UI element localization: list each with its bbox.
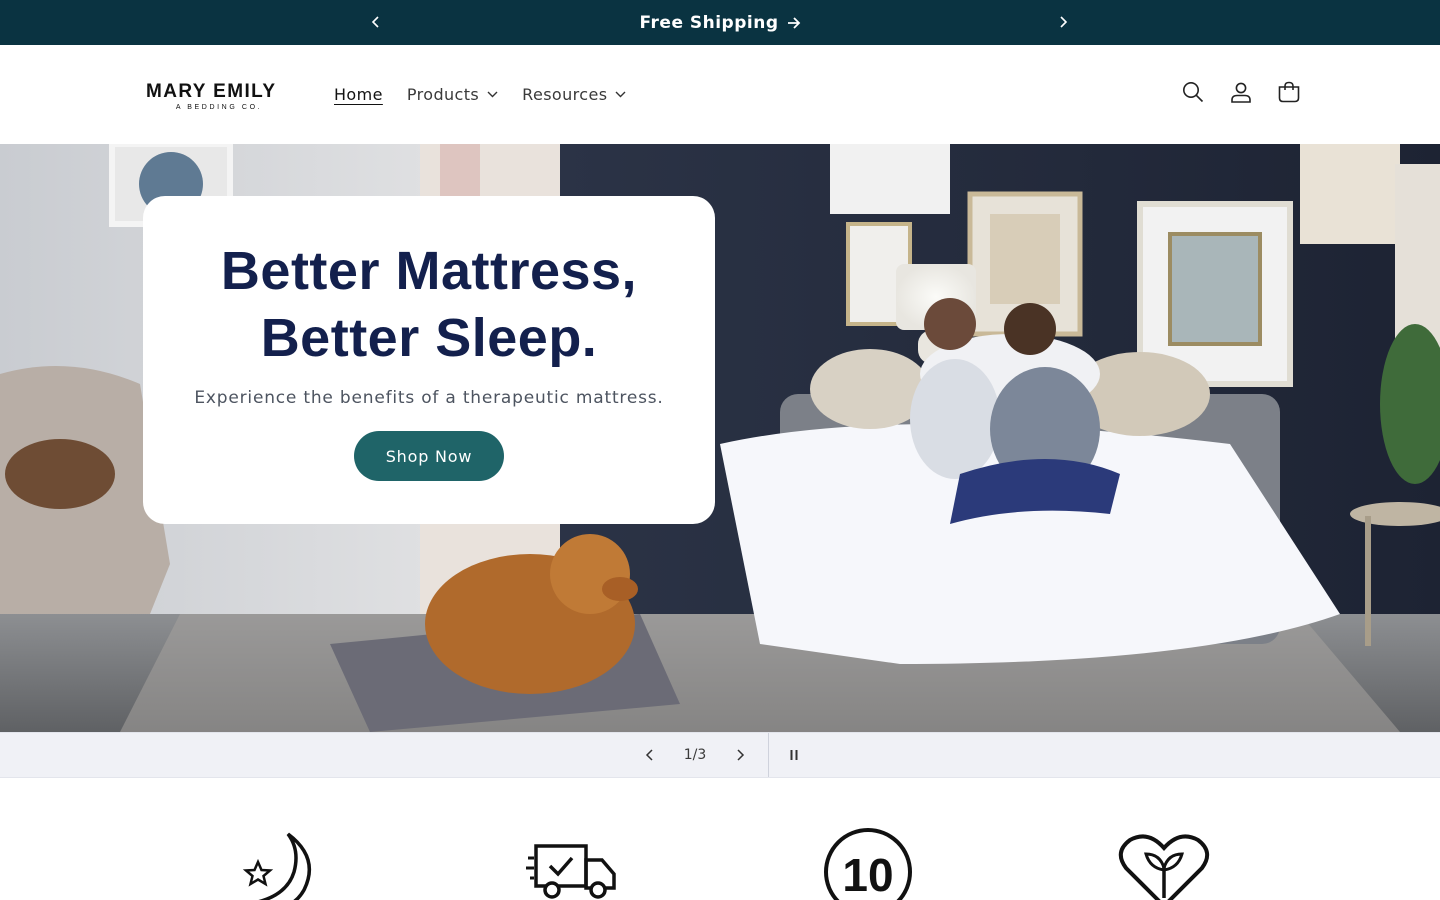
logo[interactable]: MARY EMILY A BEDDING CO. bbox=[146, 82, 292, 112]
feature-sleep bbox=[228, 828, 324, 900]
slideshow-controls: 1/3 bbox=[0, 732, 1440, 778]
search-button[interactable] bbox=[1170, 69, 1216, 115]
slide-pause-button[interactable] bbox=[776, 733, 812, 777]
account-button[interactable] bbox=[1218, 69, 1264, 115]
announcement-text: Free Shipping bbox=[639, 12, 779, 33]
chevron-down-icon bbox=[487, 91, 498, 98]
nav-item-resources[interactable]: Resources bbox=[510, 85, 638, 104]
ten-year-icon: 10 bbox=[824, 828, 912, 900]
ten-year-label: 10 bbox=[842, 849, 893, 900]
nav-item-label: Home bbox=[334, 84, 383, 104]
feature-eco bbox=[1116, 828, 1212, 900]
main-nav: Home Products Resources bbox=[322, 81, 638, 107]
nav-item-label: Products bbox=[406, 84, 480, 104]
announcement-next-button[interactable] bbox=[1051, 10, 1075, 34]
hero-title-line1: Better Mattress, bbox=[220, 241, 638, 301]
logo-name: MARY EMILY bbox=[146, 81, 277, 102]
nav-item-products[interactable]: Products bbox=[395, 85, 510, 104]
hero-title-line2: Better Sleep. bbox=[260, 308, 598, 368]
chevron-right-icon bbox=[737, 749, 745, 761]
cart-icon bbox=[1278, 81, 1300, 103]
announcement-link[interactable]: Free Shipping bbox=[640, 13, 801, 33]
feature-delivery bbox=[524, 828, 620, 900]
search-icon bbox=[1183, 82, 1204, 103]
feature-warranty: 10 bbox=[820, 828, 916, 900]
chevron-left-icon bbox=[645, 749, 653, 761]
features-row: 10 bbox=[0, 778, 1440, 900]
slider-divider bbox=[768, 733, 769, 777]
arrow-right-icon bbox=[787, 16, 800, 29]
slide-prev-button[interactable] bbox=[630, 733, 670, 777]
heart-plant-icon bbox=[1118, 834, 1210, 900]
pause-icon bbox=[790, 750, 798, 760]
header-icons bbox=[1170, 69, 1312, 115]
nav-item-label: Resources bbox=[522, 84, 608, 104]
delivery-truck-icon bbox=[526, 844, 616, 899]
slide-counter: 1/3 bbox=[683, 747, 707, 763]
hero-card: Better Mattress, Better Sleep. Experienc… bbox=[143, 196, 715, 524]
chevron-right-icon bbox=[1060, 16, 1068, 28]
hero-banner: Better Mattress, Better Sleep. Experienc… bbox=[0, 144, 1440, 732]
cart-button[interactable] bbox=[1266, 69, 1312, 115]
slide-next-button[interactable] bbox=[720, 733, 760, 777]
hero-title: Better Mattress, Better Sleep. bbox=[143, 238, 715, 372]
account-icon bbox=[1231, 82, 1251, 103]
shop-now-button[interactable]: Shop Now bbox=[354, 431, 504, 481]
moon-star-icon bbox=[242, 832, 312, 900]
nav-item-home[interactable]: Home bbox=[322, 85, 395, 104]
site-header: MARY EMILY A BEDDING CO. Home Products R… bbox=[0, 45, 1440, 144]
hero-subtitle: Experience the benefits of a therapeutic… bbox=[194, 388, 664, 408]
logo-tagline: A BEDDING CO. bbox=[175, 104, 263, 111]
announcement-bar: Free Shipping bbox=[0, 0, 1440, 45]
chevron-down-icon bbox=[615, 91, 626, 98]
